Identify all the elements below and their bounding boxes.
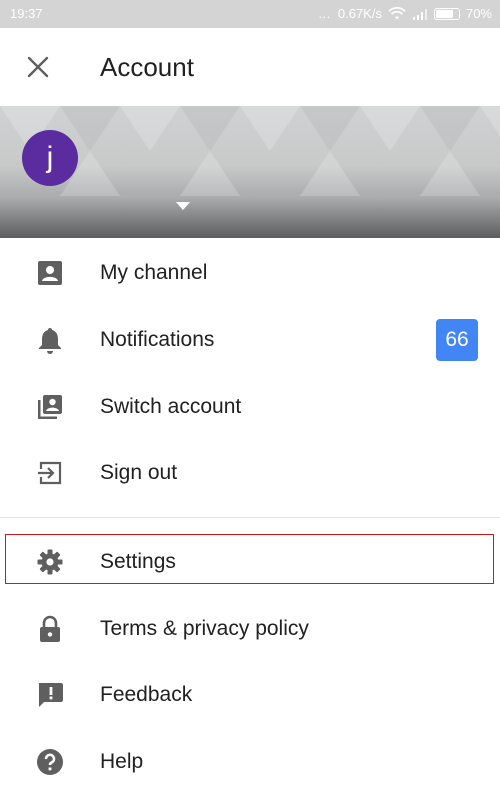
menu-item-label: My channel — [100, 261, 208, 284]
menu-item-my-channel[interactable]: My channel — [0, 243, 500, 303]
network-speed: 0.67K/s — [337, 6, 382, 21]
menu-item-label: Sign out — [100, 461, 178, 484]
page-title: Account — [100, 52, 194, 82]
battery-level: 70% — [465, 6, 492, 21]
close-icon — [27, 56, 49, 78]
account-box-icon — [35, 258, 65, 288]
status-bar: 19:37 … 0.67K/s 70% — [0, 0, 500, 28]
bell-icon — [35, 325, 65, 355]
sign-out-icon — [35, 458, 65, 488]
menu-item-label: Switch account — [100, 395, 242, 418]
wifi-icon — [388, 6, 406, 19]
help-icon — [35, 747, 65, 777]
menu-item-label: Terms & privacy policy — [100, 617, 309, 640]
signal-icon — [412, 8, 427, 20]
menu-item-switch-account[interactable]: Switch account — [0, 377, 500, 437]
more-dots-icon: … — [317, 6, 332, 21]
menu-item-label: Help — [100, 750, 144, 773]
menu-item-help[interactable]: Help — [0, 732, 500, 792]
menu-item-label: Feedback — [100, 683, 193, 706]
status-right: … 0.67K/s 70% — [318, 6, 492, 21]
menu-item-sign-out[interactable]: Sign out — [0, 443, 500, 503]
menu-divider — [0, 517, 500, 518]
switch-account-icon — [35, 392, 65, 422]
header-pattern — [0, 106, 500, 196]
menu-item-label: Settings — [100, 550, 176, 573]
menu-item-feedback[interactable]: Feedback — [0, 665, 500, 725]
battery-icon — [433, 7, 460, 20]
close-button[interactable] — [24, 53, 52, 81]
app-bar: Account — [0, 28, 500, 107]
account-header[interactable]: j — [0, 106, 500, 238]
menu-item-label: Notifications — [100, 328, 215, 351]
gear-icon — [35, 547, 65, 577]
lock-icon — [35, 614, 65, 644]
account-dropdown-icon[interactable] — [176, 202, 190, 210]
menu-item-notifications[interactable]: Notifications 66 — [0, 310, 500, 370]
feedback-icon — [35, 680, 65, 710]
menu-item-settings[interactable]: Settings — [0, 532, 500, 592]
status-time: 19:37 — [10, 6, 43, 21]
notification-count-badge: 66 — [436, 319, 478, 361]
menu-item-terms[interactable]: Terms & privacy policy — [0, 599, 500, 659]
avatar[interactable]: j — [22, 130, 78, 186]
